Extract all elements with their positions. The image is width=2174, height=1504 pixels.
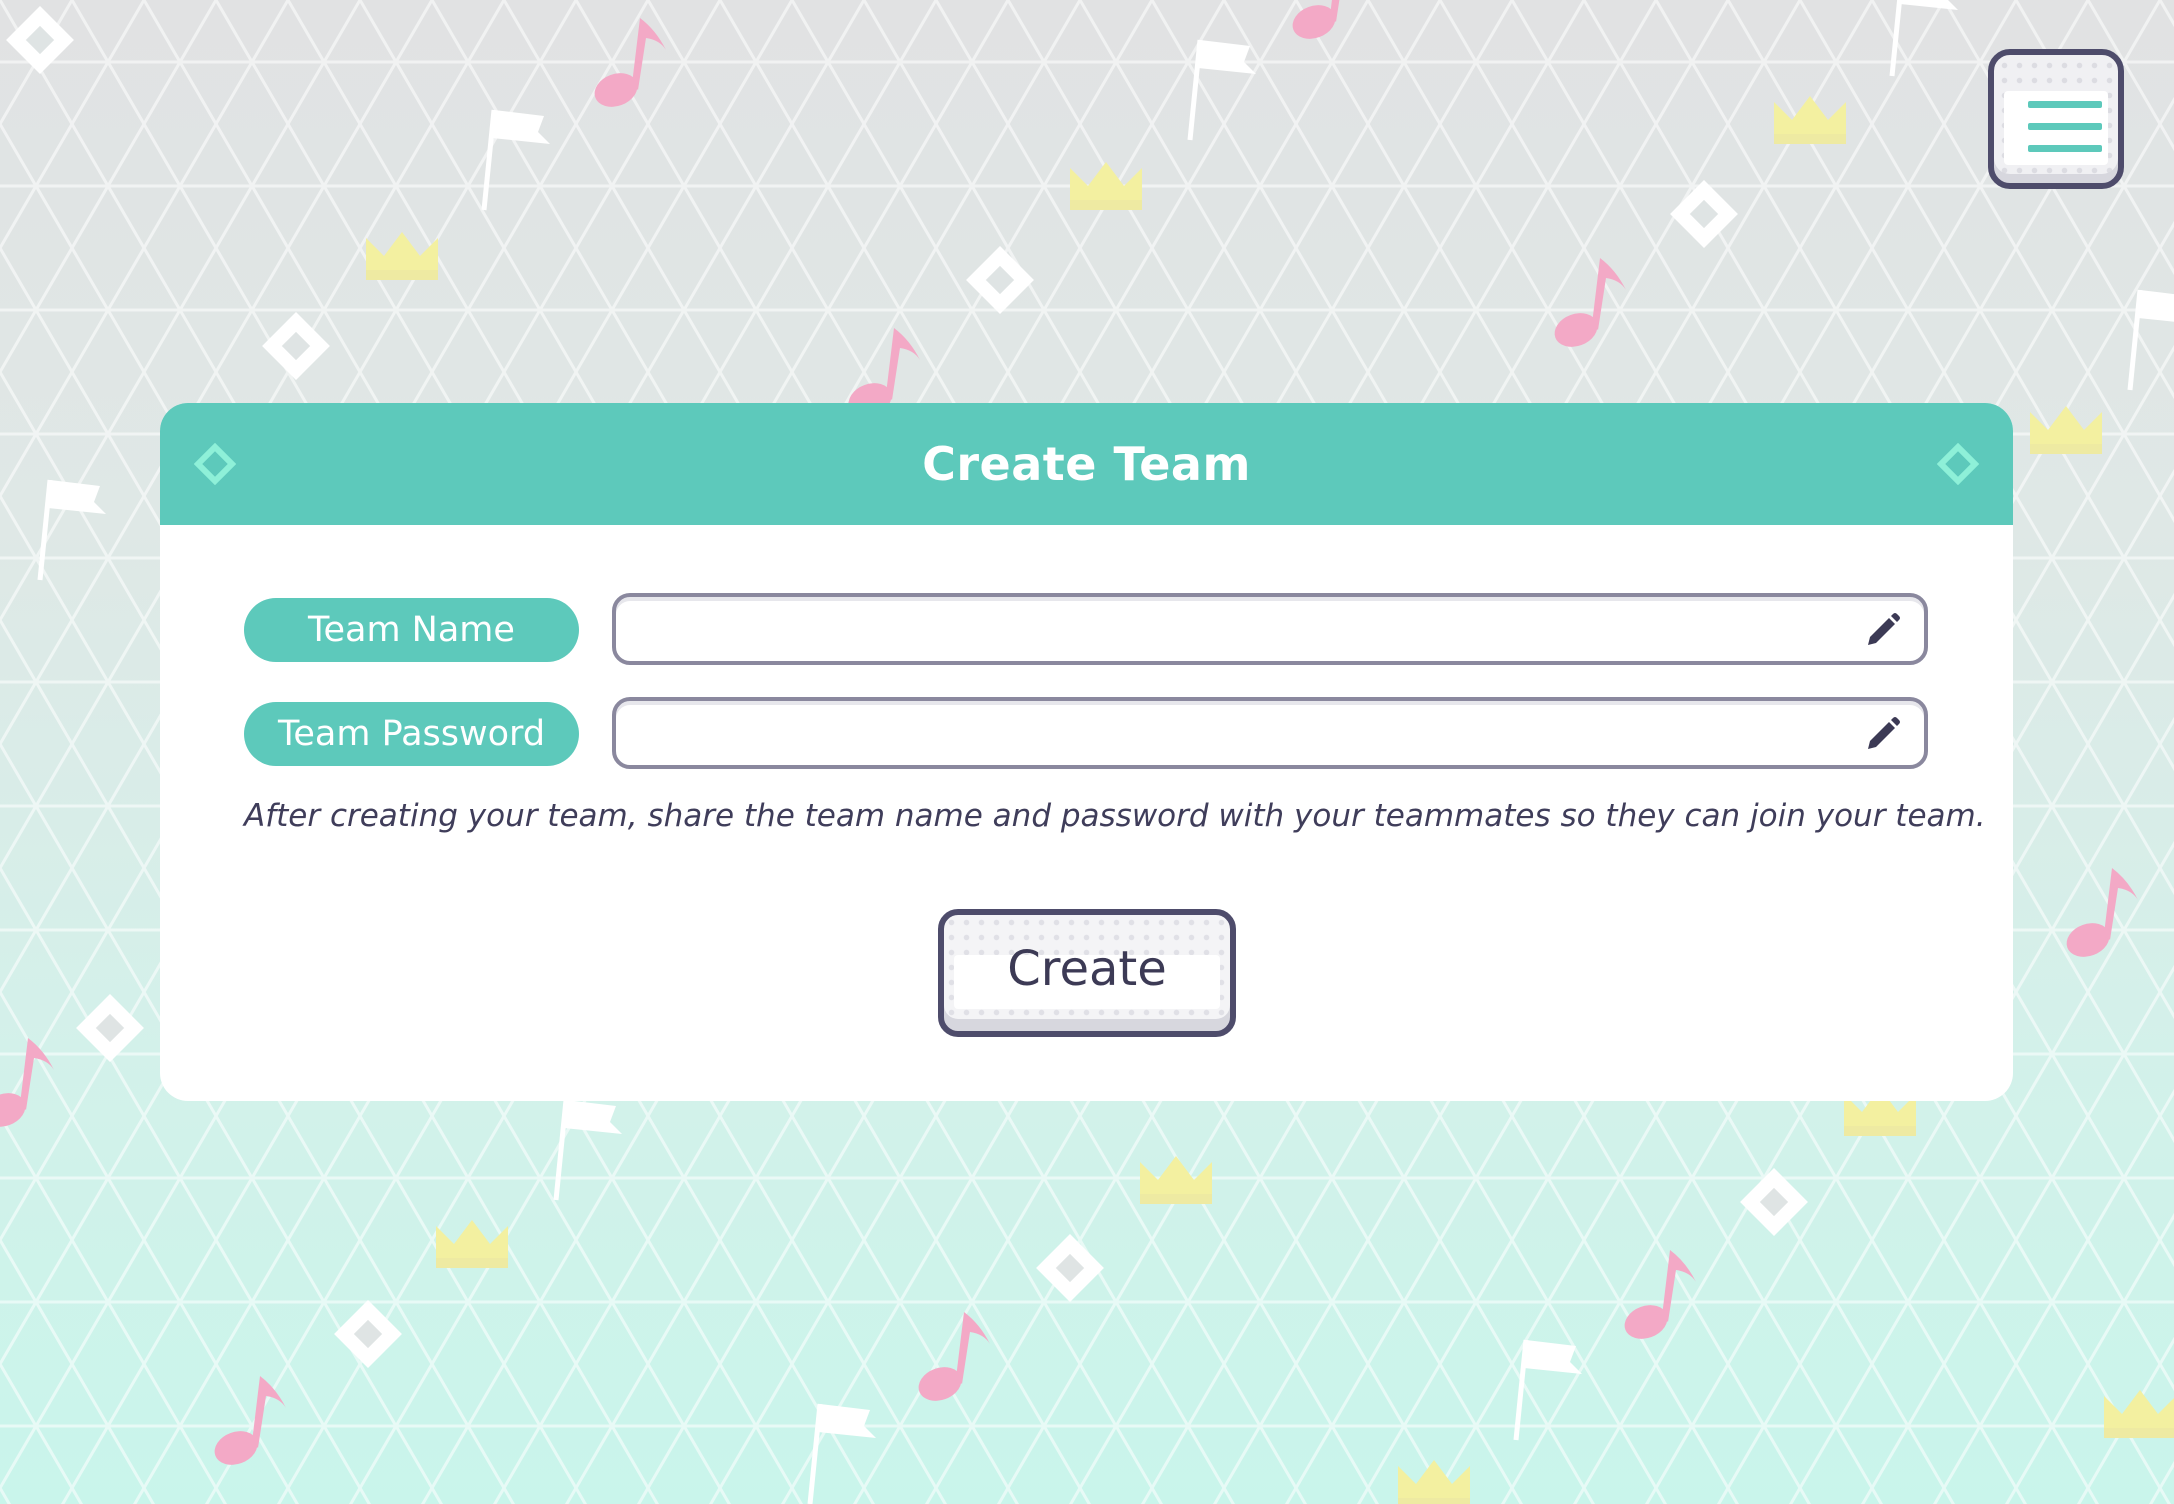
instructions-text: After creating your team, share the team… [244, 798, 1986, 834]
diamond-icon [194, 443, 236, 485]
team-name-field[interactable] [612, 593, 1928, 665]
pencil-icon[interactable] [1862, 611, 1902, 651]
create-button[interactable]: Create [938, 909, 1236, 1037]
team-password-label: Team Password [244, 702, 579, 766]
menu-button[interactable] [1988, 49, 2124, 189]
hamburger-menu-icon [2004, 91, 2108, 165]
dialog-title: Create Team [922, 437, 1251, 491]
create-button-label: Create [1007, 941, 1167, 997]
team-name-input[interactable] [636, 597, 1840, 663]
create-team-dialog: Create Team Team Name Team Password Afte… [160, 403, 2013, 1101]
diamond-icon [1937, 443, 1979, 485]
team-password-input[interactable] [636, 701, 1840, 767]
team-password-field[interactable] [612, 697, 1928, 769]
dialog-header: Create Team [160, 403, 2013, 525]
pencil-icon[interactable] [1862, 715, 1902, 755]
team-name-label: Team Name [244, 598, 579, 662]
